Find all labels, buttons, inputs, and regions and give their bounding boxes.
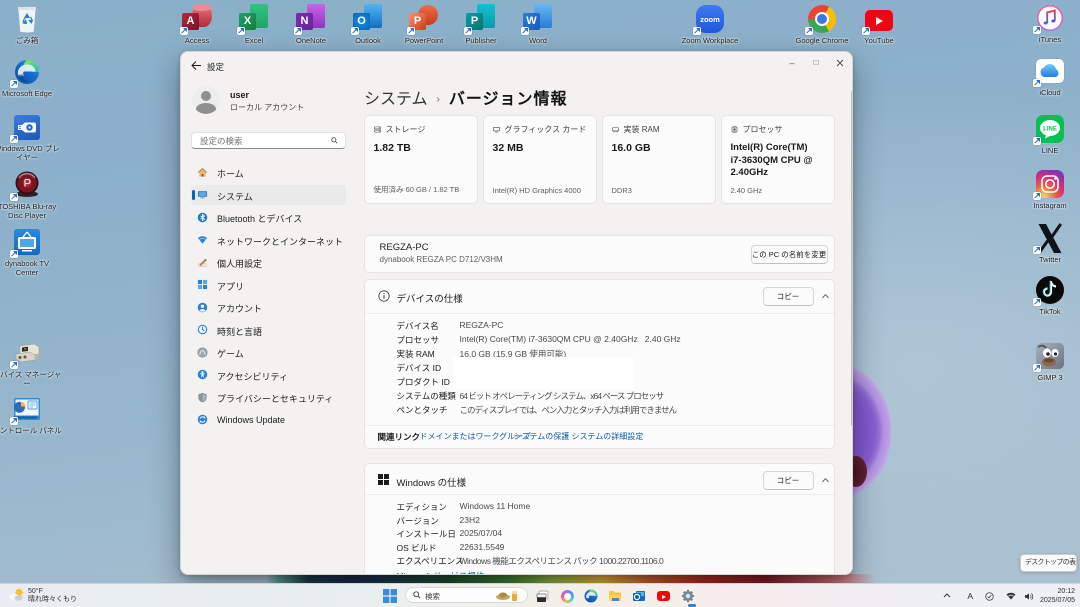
svg-text:LINE: LINE xyxy=(1043,127,1057,133)
